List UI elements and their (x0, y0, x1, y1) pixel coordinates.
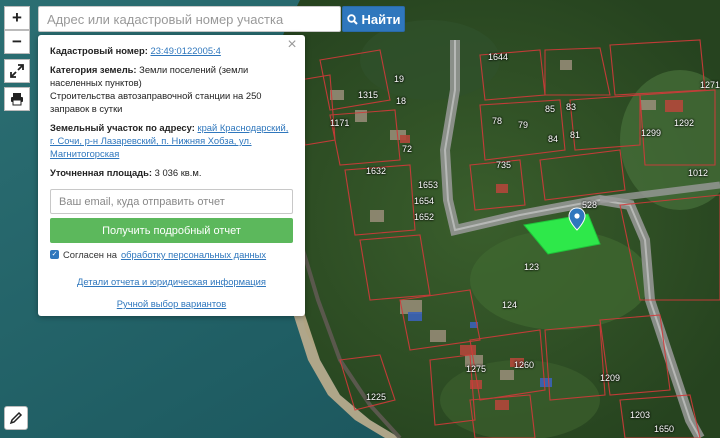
search-button[interactable]: Найти (342, 6, 405, 32)
category-row: Категория земель: Земли поселений (земли… (50, 63, 293, 89)
cadastral-label: Кадастровый номер: (50, 45, 148, 56)
fullscreen-button[interactable] (4, 59, 30, 83)
close-icon[interactable]: × (285, 37, 299, 53)
consent-link[interactable]: обработку персональных данных (121, 248, 266, 261)
purpose-value: Строительства автозаправочной станции на… (50, 90, 262, 114)
consent-text: Согласен на (63, 249, 117, 260)
consent-checkbox[interactable]: ✓ (50, 250, 59, 259)
zoom-out-button[interactable]: − (4, 30, 30, 54)
cadastral-row: Кадастровый номер: 23:49:0122005:4 (50, 44, 293, 57)
consent-row: ✓ Согласен на обработку персональных дан… (50, 248, 293, 261)
expand-icon (10, 64, 24, 78)
get-report-button[interactable]: Получить подробный отчет (50, 218, 293, 243)
search-icon (346, 13, 358, 25)
category-label: Категория земель: (50, 64, 137, 75)
print-button[interactable] (4, 87, 30, 111)
area-value: 3 036 кв.м. (154, 167, 202, 178)
pencil-icon (9, 411, 23, 425)
cadastral-number-link[interactable]: 23:49:0122005:4 (150, 45, 220, 56)
email-field[interactable] (50, 189, 293, 214)
draw-button[interactable] (4, 406, 28, 430)
printer-icon (11, 93, 23, 106)
area-label: Уточненная площадь: (50, 167, 153, 178)
search-button-label: Найти (361, 11, 401, 27)
address-label: Земельный участок по адресу: (50, 122, 195, 133)
manual-selection-link[interactable]: Ручной выбор вариантов (50, 297, 293, 310)
parcel-info-popup: × Кадастровый номер: 23:49:0122005:4 Кат… (38, 35, 305, 316)
area-row: Уточненная площадь: 3 036 кв.м. (50, 166, 293, 179)
details-link[interactable]: Детали отчета и юридическая информация (50, 275, 293, 288)
search-input[interactable] (38, 6, 341, 32)
address-row: Земельный участок по адресу: край Красно… (50, 121, 293, 160)
zoom-in-button[interactable]: + (4, 6, 30, 30)
